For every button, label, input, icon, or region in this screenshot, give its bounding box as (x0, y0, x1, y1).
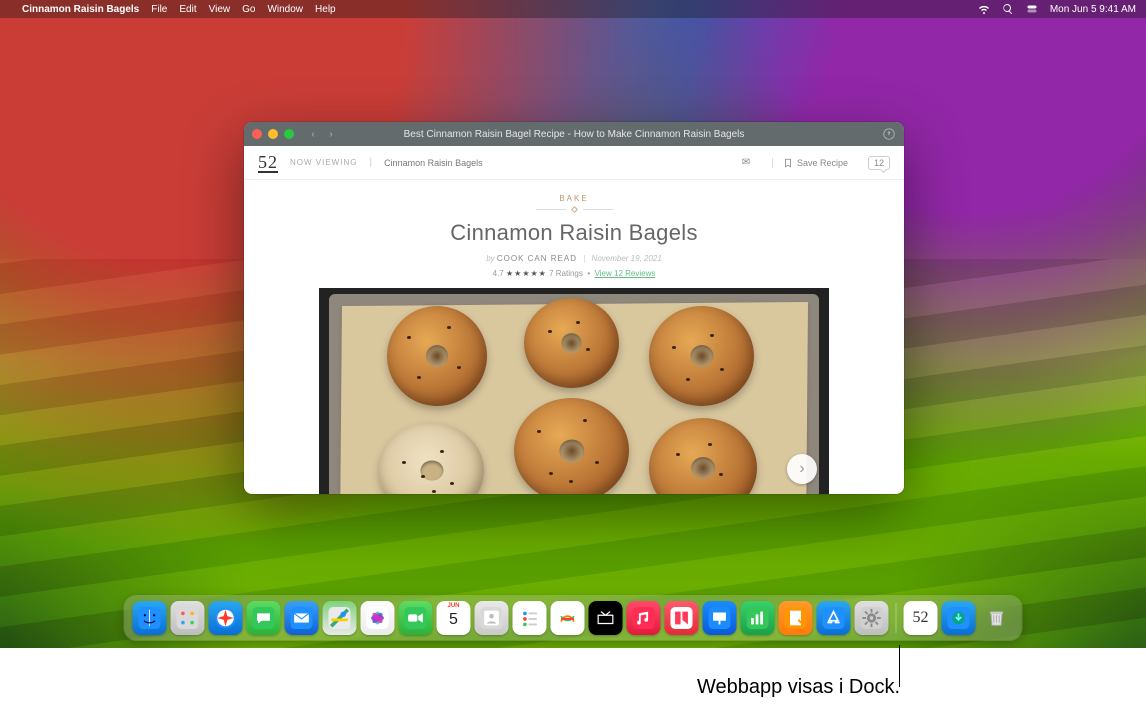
breadcrumb-page: Cinnamon Raisin Bagels (384, 158, 483, 168)
dock-settings[interactable] (855, 601, 889, 635)
dock: JUN5 52 (125, 596, 1022, 640)
dock-safari[interactable] (209, 601, 243, 635)
site-logo[interactable]: 52 (258, 153, 278, 173)
author-link[interactable]: COOK CAN READ (497, 254, 577, 263)
dock-freeform[interactable] (551, 601, 585, 635)
spotlight-icon[interactable] (1002, 3, 1014, 15)
dock-pages[interactable] (779, 601, 813, 635)
menu-edit[interactable]: Edit (179, 4, 196, 15)
app-menu[interactable]: Cinnamon Raisin Bagels (22, 4, 139, 15)
window-minimize-button[interactable] (268, 129, 278, 139)
save-recipe-label: Save Recipe (797, 158, 848, 168)
webapp-window: ‹ › Best Cinnamon Raisin Bagel Recipe - … (244, 122, 904, 494)
dock-numbers[interactable] (741, 601, 775, 635)
back-button[interactable]: ‹ (306, 127, 320, 141)
wifi-icon[interactable] (978, 3, 990, 15)
window-zoom-button[interactable] (284, 129, 294, 139)
dock-launchpad[interactable] (171, 601, 205, 635)
dock-reminders[interactable] (513, 601, 547, 635)
dock-mail[interactable] (285, 601, 319, 635)
save-recipe-button[interactable]: Save Recipe (772, 158, 848, 168)
dock-photos[interactable] (361, 601, 395, 635)
dock-music[interactable] (627, 601, 661, 635)
menu-go[interactable]: Go (242, 4, 255, 15)
ratings-row: 4.7 ★★★★★ 7 Ratings • View 12 Reviews (244, 269, 904, 278)
recipe-title: Cinnamon Raisin Bagels (244, 220, 904, 246)
next-image-button[interactable]: › (787, 454, 817, 484)
dock-appstore[interactable] (817, 601, 851, 635)
menu-window[interactable]: Window (267, 4, 303, 15)
page-content: BAKE Cinnamon Raisin Bagels by COOK CAN … (244, 180, 904, 494)
menubar-clock[interactable]: Mon Jun 5 9:41 AM (1050, 4, 1136, 15)
byline: by COOK CAN READ | November 19, 2021 (244, 254, 904, 263)
dock-downloads[interactable] (942, 601, 976, 635)
dock-facetime[interactable] (399, 601, 433, 635)
dock-tv[interactable] (589, 601, 623, 635)
menu-bar: Cinnamon Raisin Bagels File Edit View Go… (0, 0, 1146, 18)
annotation-text: Webbapp visas i Dock. (590, 676, 900, 699)
star-icons: ★★★★★ (506, 269, 547, 278)
dock-webapp-52[interactable]: 52 (904, 601, 938, 635)
email-icon[interactable]: ✉ (738, 157, 754, 168)
control-center-icon[interactable] (1026, 3, 1038, 15)
category-label[interactable]: BAKE (244, 194, 904, 203)
window-title: Best Cinnamon Raisin Bagel Recipe - How … (244, 129, 904, 140)
dock-keynote[interactable] (703, 601, 737, 635)
window-close-button[interactable] (252, 129, 262, 139)
reviews-link[interactable]: View 12 Reviews (595, 269, 656, 278)
title-bar[interactable]: ‹ › Best Cinnamon Raisin Bagel Recipe - … (244, 122, 904, 146)
dock-contacts[interactable] (475, 601, 509, 635)
comment-count-button[interactable]: 12 (868, 156, 890, 170)
share-button[interactable] (882, 127, 896, 141)
hero-image: › (319, 288, 829, 494)
menu-view[interactable]: View (209, 4, 231, 15)
dock-messages[interactable] (247, 601, 281, 635)
dock-calendar[interactable]: JUN5 (437, 601, 471, 635)
now-viewing-label: NOW VIEWING (290, 158, 357, 167)
menu-help[interactable]: Help (315, 4, 336, 15)
dock-separator (896, 603, 897, 633)
menu-file[interactable]: File (151, 4, 167, 15)
dock-news[interactable] (665, 601, 699, 635)
dock-maps[interactable] (323, 601, 357, 635)
site-header: 52 NOW VIEWING | Cinnamon Raisin Bagels … (244, 146, 904, 180)
dock-trash[interactable] (980, 601, 1014, 635)
dock-finder[interactable] (133, 601, 167, 635)
forward-button[interactable]: › (324, 127, 338, 141)
